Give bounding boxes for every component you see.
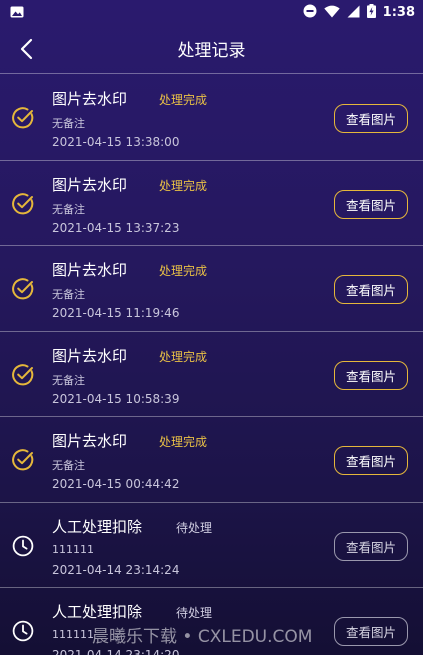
record-item: 图片去水印 处理完成无备注 2021-04-15 13:37:23 查看图片	[0, 161, 423, 246]
record-note: 无备注	[52, 117, 85, 130]
clock-icon	[11, 534, 35, 558]
record-title: 图片去水印	[52, 346, 128, 365]
record-title: 图片去水印	[52, 90, 128, 108]
record-list: 图片去水印 处理完成 无备注 2021-04-15 13:38:00 查看图片 图片去水印…	[0, 75, 423, 655]
record-timestamp: 2021-04-15 11:19:46	[52, 306, 180, 320]
check-circle-icon	[11, 106, 35, 130]
view-image-button[interactable]: 查看图片	[334, 189, 408, 219]
record-note: 111111	[52, 542, 94, 556]
view-image-button[interactable]: 查看图片	[334, 275, 408, 304]
record-item: 图片去水印 处理完成无备注 2021-04-15 11:19:46 查看图片	[0, 246, 423, 332]
record-note: 无备注	[52, 373, 85, 387]
record-item: 图片去水印 处理完成无备注 2021-04-15 13:38:00 查看图片	[0, 75, 423, 161]
status-badge: 处理完成	[159, 93, 208, 107]
view-image-button[interactable]: 查看图片	[334, 360, 408, 390]
record-timestamp: 2021-04-15 13:37:23	[52, 220, 180, 235]
back-button[interactable]	[14, 36, 40, 62]
status-badge: 处理完成	[159, 178, 208, 193]
image-notification-icon	[10, 3, 24, 22]
record-item: 图片去水印 处理完成无备注 2021-04-15 00:44:42 查看图片	[0, 417, 423, 503]
battery-icon	[366, 3, 376, 22]
chevron-left-icon	[20, 38, 33, 60]
record-note: 111111	[52, 628, 94, 641]
record-timestamp: 2021-04-15 10:58:39	[52, 391, 180, 406]
page-title: 处理记录	[177, 41, 246, 61]
status-badge: 处理完成	[159, 435, 208, 449]
wifi-icon	[323, 3, 340, 22]
check-circle-icon	[11, 448, 35, 472]
record-title: 人工处理扣除	[52, 603, 143, 621]
status-time: 1:38	[382, 4, 415, 20]
do-not-disturb-icon	[303, 3, 317, 22]
record-title: 图片去水印	[52, 432, 128, 450]
watermark-text: 晨曦乐下载 • CXLEDU.COM	[92, 627, 313, 647]
record-timestamp: 2021-04-15 13:38:00	[52, 135, 180, 149]
view-image-button[interactable]: 查看图片	[334, 104, 408, 133]
status-badge: 待处理	[176, 606, 213, 620]
record-title: 图片去水印	[52, 261, 128, 279]
record-timestamp: 2021-04-14 23:14:24	[52, 562, 180, 577]
record-title: 图片去水印	[52, 175, 128, 194]
check-circle-icon	[11, 363, 35, 387]
view-image-button[interactable]: 查看图片	[334, 446, 408, 475]
signal-icon	[347, 3, 360, 22]
check-circle-icon	[11, 277, 35, 301]
record-timestamp: 2021-04-15 00:44:42	[52, 477, 180, 491]
view-image-button[interactable]: 查看图片	[334, 617, 408, 646]
status-badge: 处理完成	[159, 264, 208, 278]
header: 处理记录	[0, 24, 423, 74]
record-note: 无备注	[52, 288, 85, 301]
record-item: 图片去水印 处理完成无备注 2021-04-15 10:58:39 查看图片	[0, 332, 423, 417]
check-circle-icon	[11, 192, 35, 216]
record-title: 人工处理扣除	[52, 517, 143, 536]
status-badge: 待处理	[176, 520, 213, 535]
record-timestamp: 2021-04-14 23:14:20	[52, 648, 180, 655]
status-badge: 处理完成	[159, 349, 208, 364]
view-image-button[interactable]: 查看图片	[334, 531, 408, 561]
status-bar: 1:38	[0, 0, 423, 24]
record-item: 人工处理扣除 待处理 111111 2021-04-14 23:14:24 查看图片	[0, 503, 423, 588]
record-note: 无备注	[52, 202, 85, 216]
record-note: 无备注	[52, 459, 85, 472]
clock-icon	[11, 619, 35, 643]
